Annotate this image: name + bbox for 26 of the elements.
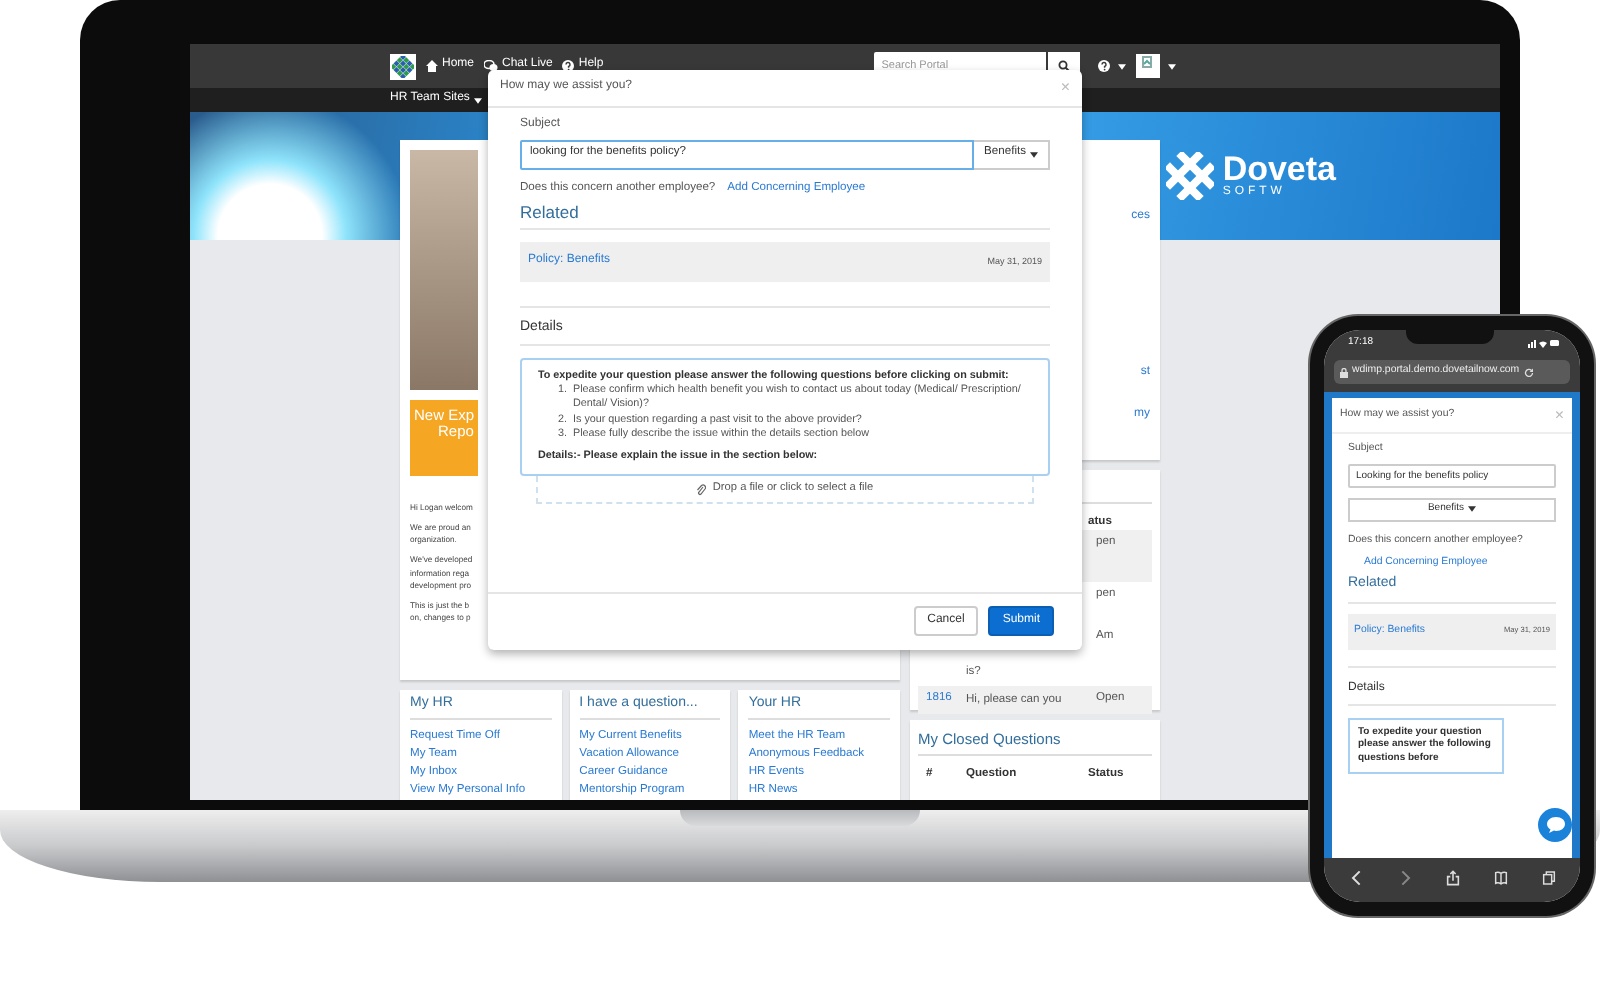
broken-image-icon — [1141, 56, 1154, 70]
caret-icon — [473, 97, 482, 103]
reload-icon[interactable] — [1523, 367, 1534, 377]
search-icon — [1057, 60, 1070, 72]
forward-icon[interactable] — [1397, 870, 1411, 886]
help-icon — [1097, 60, 1110, 72]
paperclip-icon — [696, 483, 707, 496]
section-heading: Related — [520, 201, 1050, 231]
book-icon[interactable] — [1493, 870, 1507, 886]
caret-icon — [1167, 63, 1176, 69]
caret-icon — [1117, 63, 1126, 69]
caret-icon — [1468, 506, 1477, 513]
status-indicators-drawing — [1527, 338, 1560, 348]
back-icon[interactable] — [1349, 870, 1363, 886]
help-dropdown[interactable] — [1097, 60, 1126, 72]
home-icon — [426, 60, 438, 72]
details-editor[interactable] — [520, 357, 1050, 477]
tabs-icon[interactable] — [1541, 870, 1555, 886]
lattice-mark-icon — [1166, 152, 1215, 200]
lock-icon — [1340, 367, 1348, 377]
brand-name: Doveta — [1222, 151, 1336, 186]
phone-notch — [1406, 330, 1495, 344]
speech-bubble-icon — [1545, 816, 1565, 834]
caret-icon — [1030, 151, 1038, 157]
share-icon[interactable] — [1445, 870, 1459, 886]
avatar-dropdown[interactable] — [1135, 54, 1176, 78]
